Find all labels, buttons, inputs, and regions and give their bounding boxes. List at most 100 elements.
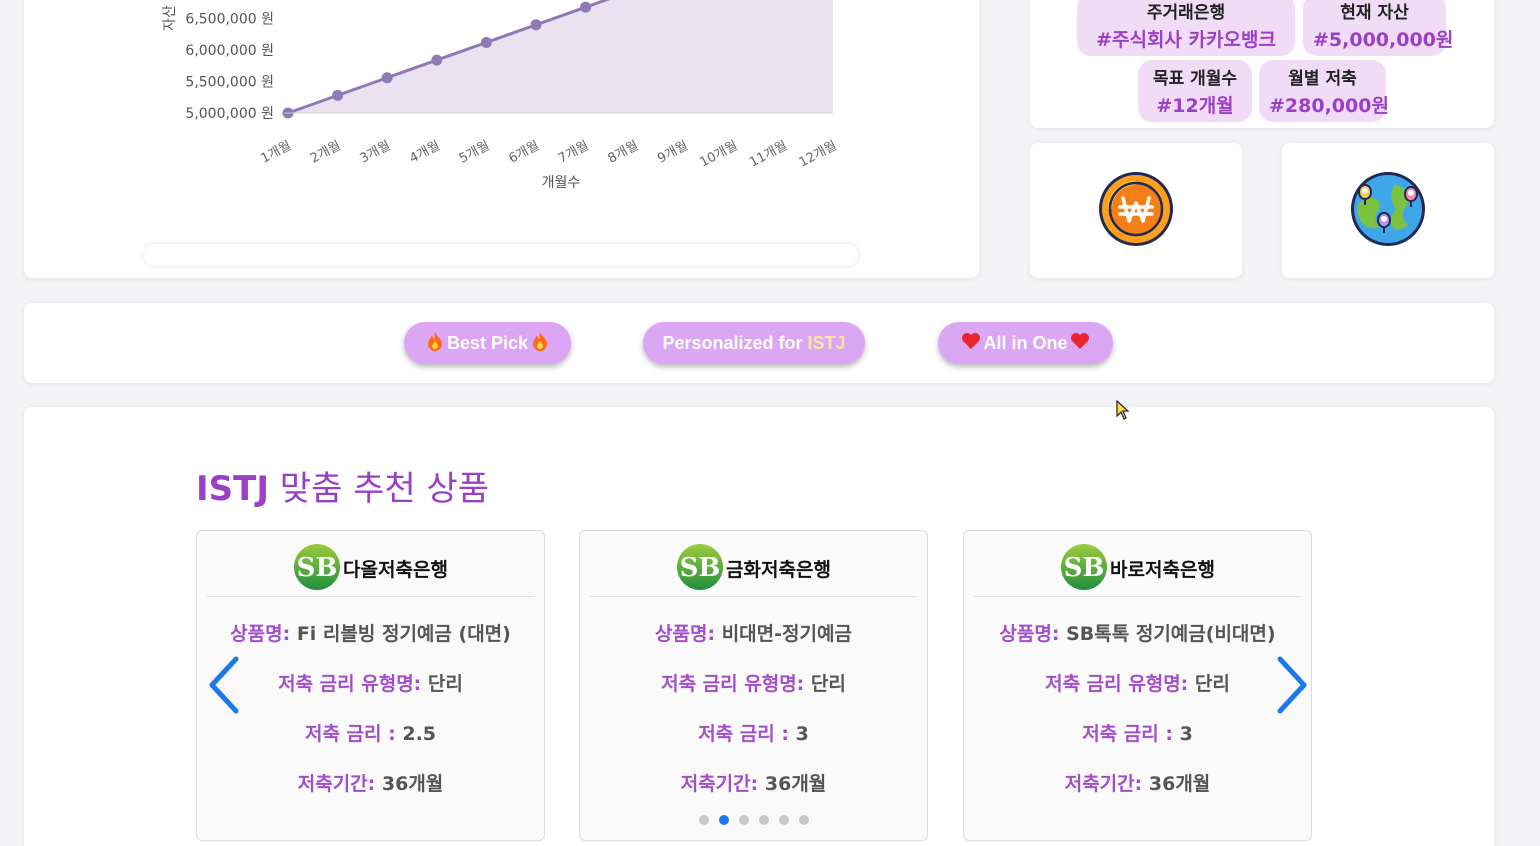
- tab-personalized[interactable]: Personalized for ISTJ: [643, 322, 865, 364]
- product-card[interactable]: SB 금화저축은행 상품명: 비대면-정기예금 저축 금리 유형명: 단리 저축…: [579, 530, 928, 841]
- rate-type-label: 저축 금리 유형명:: [661, 673, 805, 695]
- carousel-pagination: [580, 815, 927, 825]
- bank-name: 금화저축은행: [726, 559, 831, 581]
- chart-y-tick-label: 5,500,000 원: [185, 75, 274, 91]
- profile-info-panel: 주거래은행 #주식회사 카카오뱅크 현재 자산 #5,000,000원 목표 개…: [1030, 0, 1494, 128]
- main-bank-chip: 주거래은행 #주식회사 카카오뱅크: [1077, 0, 1295, 56]
- target-months-chip: 목표 개월수 #12개월: [1138, 60, 1252, 122]
- recommendation-title-mbti: ISTJ: [196, 469, 269, 509]
- chart-x-tick-label: 5개월: [457, 138, 492, 166]
- product-card[interactable]: SB 다올저축은행 상품명: Fi 리볼빙 정기예금 (대면) 저축 금리 유형…: [196, 530, 545, 841]
- savings-bank-logo-icon: SB: [676, 543, 724, 595]
- travel-icon-card[interactable]: [1282, 143, 1494, 278]
- fire-icon: [532, 331, 548, 356]
- logo-text: SB: [680, 553, 721, 583]
- tab-personalized-mbti: ISTJ: [807, 332, 846, 353]
- rate-row: 저축 금리 : 3: [580, 719, 927, 746]
- chart-x-tick-label: 11개월: [747, 138, 790, 170]
- next-slide-arrow[interactable]: [1274, 655, 1310, 719]
- chart-x-tick-label: 2개월: [308, 138, 343, 166]
- chart-data-point: [332, 89, 344, 101]
- pagination-dot[interactable]: [758, 815, 769, 825]
- rate-value: 3: [1179, 723, 1193, 745]
- main-bank-value: #주식회사 카카오뱅크: [1096, 29, 1276, 51]
- savings-icon-card[interactable]: [1030, 143, 1242, 278]
- pagination-dot[interactable]: [798, 815, 809, 825]
- rate-type-value: 단리: [427, 673, 463, 695]
- rate-type-value: 단리: [1194, 673, 1230, 695]
- monthly-saving-label: 월별 저축: [1288, 69, 1357, 89]
- bank-name: 바로저축은행: [1110, 559, 1215, 581]
- rate-type-row: 저축 금리 유형명: 단리: [197, 669, 544, 696]
- chart-x-tick-label: 4개월: [407, 138, 442, 166]
- tab-best-pick[interactable]: Best Pick: [404, 322, 571, 364]
- card-header: SB 다올저축은행: [207, 541, 534, 597]
- product-name-value: SB톡톡 정기예금(비대면): [1066, 623, 1276, 645]
- monthly-saving-value: #280,000원: [1269, 95, 1389, 117]
- product-name-label: 상품명:: [655, 623, 716, 645]
- chart-data-point: [530, 19, 542, 31]
- rate-row: 저축 금리 : 2.5: [197, 719, 544, 746]
- product-name-row: 상품명: 비대면-정기예금: [580, 619, 927, 646]
- product-card[interactable]: SB 바로저축은행 상품명: SB톡톡 정기예금(비대면) 저축 금리 유형명:…: [963, 530, 1312, 841]
- term-value: 36개월: [381, 773, 444, 795]
- chart-scrollbar[interactable]: [144, 244, 858, 266]
- chart-x-tick-label: 10개월: [698, 138, 741, 170]
- tab-all-in-one[interactable]: All in One: [938, 322, 1113, 364]
- target-months-label: 목표 개월수: [1152, 69, 1238, 89]
- term-label: 저축기간:: [1064, 773, 1143, 795]
- rate-label: 저축 금리 :: [304, 723, 396, 745]
- pagination-dot[interactable]: [738, 815, 749, 825]
- product-name-row: 상품명: SB톡톡 정기예금(비대면): [964, 619, 1311, 646]
- product-name-value: 비대면-정기예금: [721, 623, 852, 645]
- savings-bank-logo-icon: SB: [1060, 543, 1108, 595]
- recommendation-panel: ISTJ 맞춤 추천 상품 SB 다올저축은행 상품명: Fi 리볼빙 정기예금…: [24, 407, 1494, 846]
- category-tab-panel: Best Pick Personalized for ISTJ All in O…: [24, 303, 1494, 383]
- term-row: 저축기간: 36개월: [197, 769, 544, 796]
- term-label: 저축기간:: [297, 773, 376, 795]
- logo-text: SB: [297, 553, 338, 583]
- card-header: SB 바로저축은행: [974, 541, 1301, 597]
- product-name-row: 상품명: Fi 리볼빙 정기예금 (대면): [197, 619, 544, 646]
- chart-data-point: [381, 72, 393, 84]
- tab-personalized-prefix: Personalized for: [662, 332, 808, 353]
- won-coin-icon: [1096, 169, 1176, 253]
- chart-y-tick-label: 6,000,000 원: [185, 43, 274, 59]
- bank-name: 다올저축은행: [343, 559, 448, 581]
- rate-type-label: 저축 금리 유형명:: [278, 673, 422, 695]
- rate-label: 저축 금리 :: [1082, 723, 1173, 745]
- recommendation-title: ISTJ 맞춤 추천 상품: [196, 461, 489, 510]
- target-months-value: #12개월: [1156, 95, 1234, 117]
- chart-x-tick-label: 3개월: [358, 138, 393, 166]
- current-asset-chip: 현재 자산 #5,000,000원: [1303, 0, 1453, 56]
- term-label: 저축기간:: [680, 773, 759, 795]
- product-name-label: 상품명:: [230, 623, 291, 645]
- chart-data-point: [580, 1, 592, 13]
- rate-type-row: 저축 금리 유형명: 단리: [964, 669, 1311, 696]
- term-value: 36개월: [764, 773, 827, 795]
- chart-x-tick-label: 9개월: [655, 138, 690, 166]
- asset-chart-panel: 5,000,000 원 5,500,000 원 6,000,000 원 6,500,0…: [24, 0, 979, 278]
- pagination-dot[interactable]: [718, 815, 729, 825]
- chart-x-tick-label: 12개월: [797, 138, 840, 170]
- card-header: SB 금화저축은행: [590, 541, 917, 597]
- chart-data-point: [431, 54, 443, 66]
- pagination-dot[interactable]: [778, 815, 789, 825]
- globe-location-icon: [1348, 169, 1428, 253]
- prev-slide-arrow[interactable]: [206, 655, 242, 719]
- chart-x-tick-label: 7개월: [556, 138, 591, 166]
- chart-data-point: [480, 36, 492, 48]
- pagination-dot[interactable]: [698, 815, 709, 825]
- chart-y-tick-label: 6,500,000 원: [185, 12, 274, 28]
- chart-y-axis-title: 자산: [162, 5, 178, 31]
- rate-type-value: 단리: [810, 673, 846, 695]
- mouse-cursor-icon: [1116, 399, 1130, 424]
- rate-type-row: 저축 금리 유형명: 단리: [580, 669, 927, 696]
- tab-all-in-one-label: All in One: [983, 332, 1068, 353]
- chart-x-tick-label: 1개월: [258, 138, 293, 166]
- monthly-saving-chip: 월별 저축 #280,000원: [1259, 60, 1389, 122]
- chart-x-tick-label: 8개월: [606, 138, 641, 166]
- term-row: 저축기간: 36개월: [964, 769, 1311, 796]
- rate-value: 3: [795, 723, 809, 745]
- heart-icon: [1070, 332, 1090, 355]
